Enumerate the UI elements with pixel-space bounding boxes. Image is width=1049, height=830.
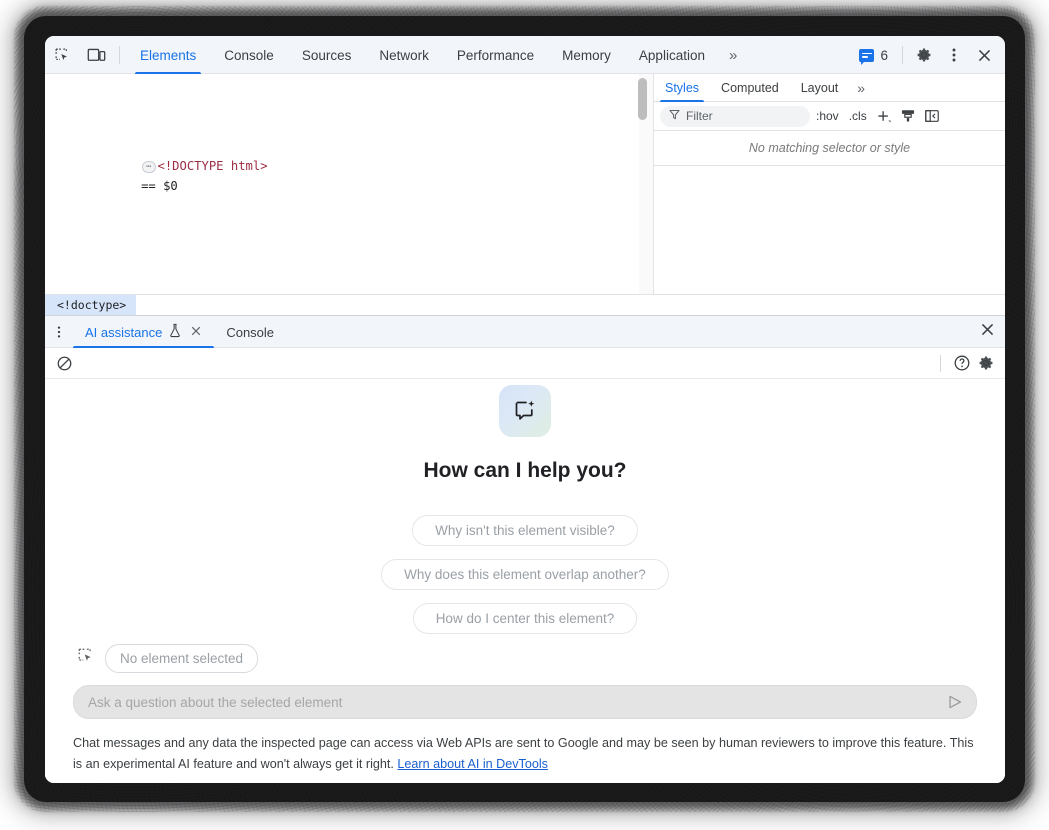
drawer-tab-console[interactable]: Console [214,316,286,348]
ai-disclaimer: Chat messages and any data the inspected… [73,733,977,783]
tab-computed[interactable]: Computed [710,74,790,101]
dom-breadcrumb: <!doctype> [45,294,1005,315]
tab-sources[interactable]: Sources [288,36,366,74]
device-toolbar-icon[interactable] [79,36,113,74]
toolbar-divider [119,46,120,64]
ai-empty-state-title: How can I help you? [423,459,626,483]
tab-elements-label: Elements [140,48,196,63]
elements-panel: ⋯<!DOCTYPE html> == $0 <html itemscope i… [45,74,1005,294]
tab-console[interactable]: Console [210,36,288,74]
ai-toolbar-right [936,352,997,374]
ai-suggestion-visibility[interactable]: Why isn't this element visible? [412,515,638,546]
inspect-element-icon[interactable] [77,647,95,670]
kebab-menu-icon[interactable] [939,40,969,70]
main-toolbar-right: 6 [851,36,1005,74]
selected-element-pill[interactable]: No element selected [105,644,258,673]
doctype-text: <!DOCTYPE html> [157,159,267,173]
ai-element-selector-row: No element selected [73,644,977,673]
tab-application-label: Application [639,48,705,63]
hov-toggle-button[interactable]: :hov [812,109,843,123]
tab-styles[interactable]: Styles [654,74,710,101]
filter-placeholder: Filter [686,109,713,123]
flask-icon [168,323,182,341]
tab-network-label: Network [379,48,429,63]
styles-toolbar: Filter :hov .cls [654,102,1005,131]
issues-message-icon [859,49,874,62]
issues-count: 6 [880,48,888,63]
tab-console-label: Console [224,48,274,63]
tab-application[interactable]: Application [625,36,719,74]
drawer-tab-close-icon[interactable] [190,325,202,340]
ai-suggestion-overlap[interactable]: Why does this element overlap another? [381,559,669,590]
styles-more-tabs-chevron-icon[interactable]: » [849,74,873,101]
styles-filter-input[interactable]: Filter [660,106,810,127]
doctype-selected-marker: == $0 [141,179,178,193]
devtools-drawer: AI assistance Console [45,315,1005,783]
no-entry-clear-icon[interactable] [53,352,75,374]
gear-icon[interactable] [975,352,997,374]
devtools-window: Elements Console Sources Network Perform… [45,36,1005,783]
more-tabs-chevron-icon[interactable]: » [719,36,747,74]
plus-icon[interactable] [873,105,895,127]
drawer-tabbar: AI assistance Console [45,316,1005,348]
drawer-kebab-menu-icon[interactable] [45,316,73,348]
dom-scrollbar-thumb[interactable] [638,78,647,120]
paintbrush-icon[interactable] [897,105,919,127]
styles-more-tabs-label: » [857,80,865,96]
drawer-close-button[interactable] [980,316,1005,348]
ai-assistance-toolbar [45,348,1005,379]
toolbar-divider-right [902,46,903,64]
dom-line-doctype[interactable]: ⋯<!DOCTYPE html> == $0 [45,138,653,216]
ai-question-input[interactable]: Ask a question about the selected elemen… [88,695,946,710]
ai-toolbar-divider [940,355,941,372]
dom-tree: ⋯<!DOCTYPE html> == $0 <html itemscope i… [45,74,653,294]
tab-layout-label: Layout [801,81,839,95]
help-icon[interactable] [951,352,973,374]
styles-sidebar: Styles Computed Layout » [653,74,1005,294]
cls-label: .cls [849,109,867,123]
cls-toggle-button[interactable]: .cls [845,109,871,123]
tab-memory-label: Memory [562,48,611,63]
tab-styles-label: Styles [665,81,699,95]
tab-elements[interactable]: Elements [126,36,210,74]
dom-tree-pane[interactable]: ⋯<!DOCTYPE html> == $0 <html itemscope i… [45,74,653,294]
ai-input-area: No element selected Ask a question about… [45,644,1005,783]
ai-empty-state: How can I help you? Why isn't this eleme… [45,379,1005,644]
doctype-ellipsis-icon[interactable]: ⋯ [142,161,156,173]
panel-toggle-icon[interactable] [921,105,943,127]
tab-sources-label: Sources [302,48,352,63]
styles-sidebar-tabs: Styles Computed Layout » [654,74,1005,102]
devtools-main-toolbar: Elements Console Sources Network Perform… [45,36,1005,74]
tab-network[interactable]: Network [365,36,443,74]
ai-suggestions: Why isn't this element visible? Why does… [381,515,669,634]
screenshot-root: Elements Console Sources Network Perform… [0,0,1049,830]
drawer-tab-ai-assistance-label: AI assistance [85,325,162,340]
tab-memory[interactable]: Memory [548,36,625,74]
drawer-tab-ai-assistance[interactable]: AI assistance [73,316,214,348]
send-icon[interactable] [946,693,964,711]
inspect-element-icon[interactable] [45,36,79,74]
tab-layout[interactable]: Layout [790,74,850,101]
tab-computed-label: Computed [721,81,779,95]
hov-label: :hov [816,109,839,123]
ai-disclaimer-link[interactable]: Learn about AI in DevTools [397,757,548,771]
drawer-close-icon [980,322,995,342]
ai-question-input-row[interactable]: Ask a question about the selected elemen… [73,685,977,719]
ai-suggestion-center[interactable]: How do I center this element? [413,603,638,634]
issues-counter-button[interactable]: 6 [851,36,896,74]
tab-performance[interactable]: Performance [443,36,548,74]
drawer-tab-console-label: Console [226,325,274,340]
close-icon[interactable] [969,40,999,70]
ai-assistance-body: How can I help you? Why isn't this eleme… [45,379,1005,783]
dom-line-html[interactable]: <html itemscope itemtype="http://schema.… [45,274,653,294]
gear-icon[interactable] [909,40,939,70]
more-tabs-label: » [729,47,737,64]
tab-performance-label: Performance [457,48,534,63]
breadcrumb-item-doctype[interactable]: <!doctype> [45,295,136,315]
styles-empty-message: No matching selector or style [654,131,1005,166]
filter-icon [669,109,680,123]
chat-sparkle-icon [499,385,551,437]
